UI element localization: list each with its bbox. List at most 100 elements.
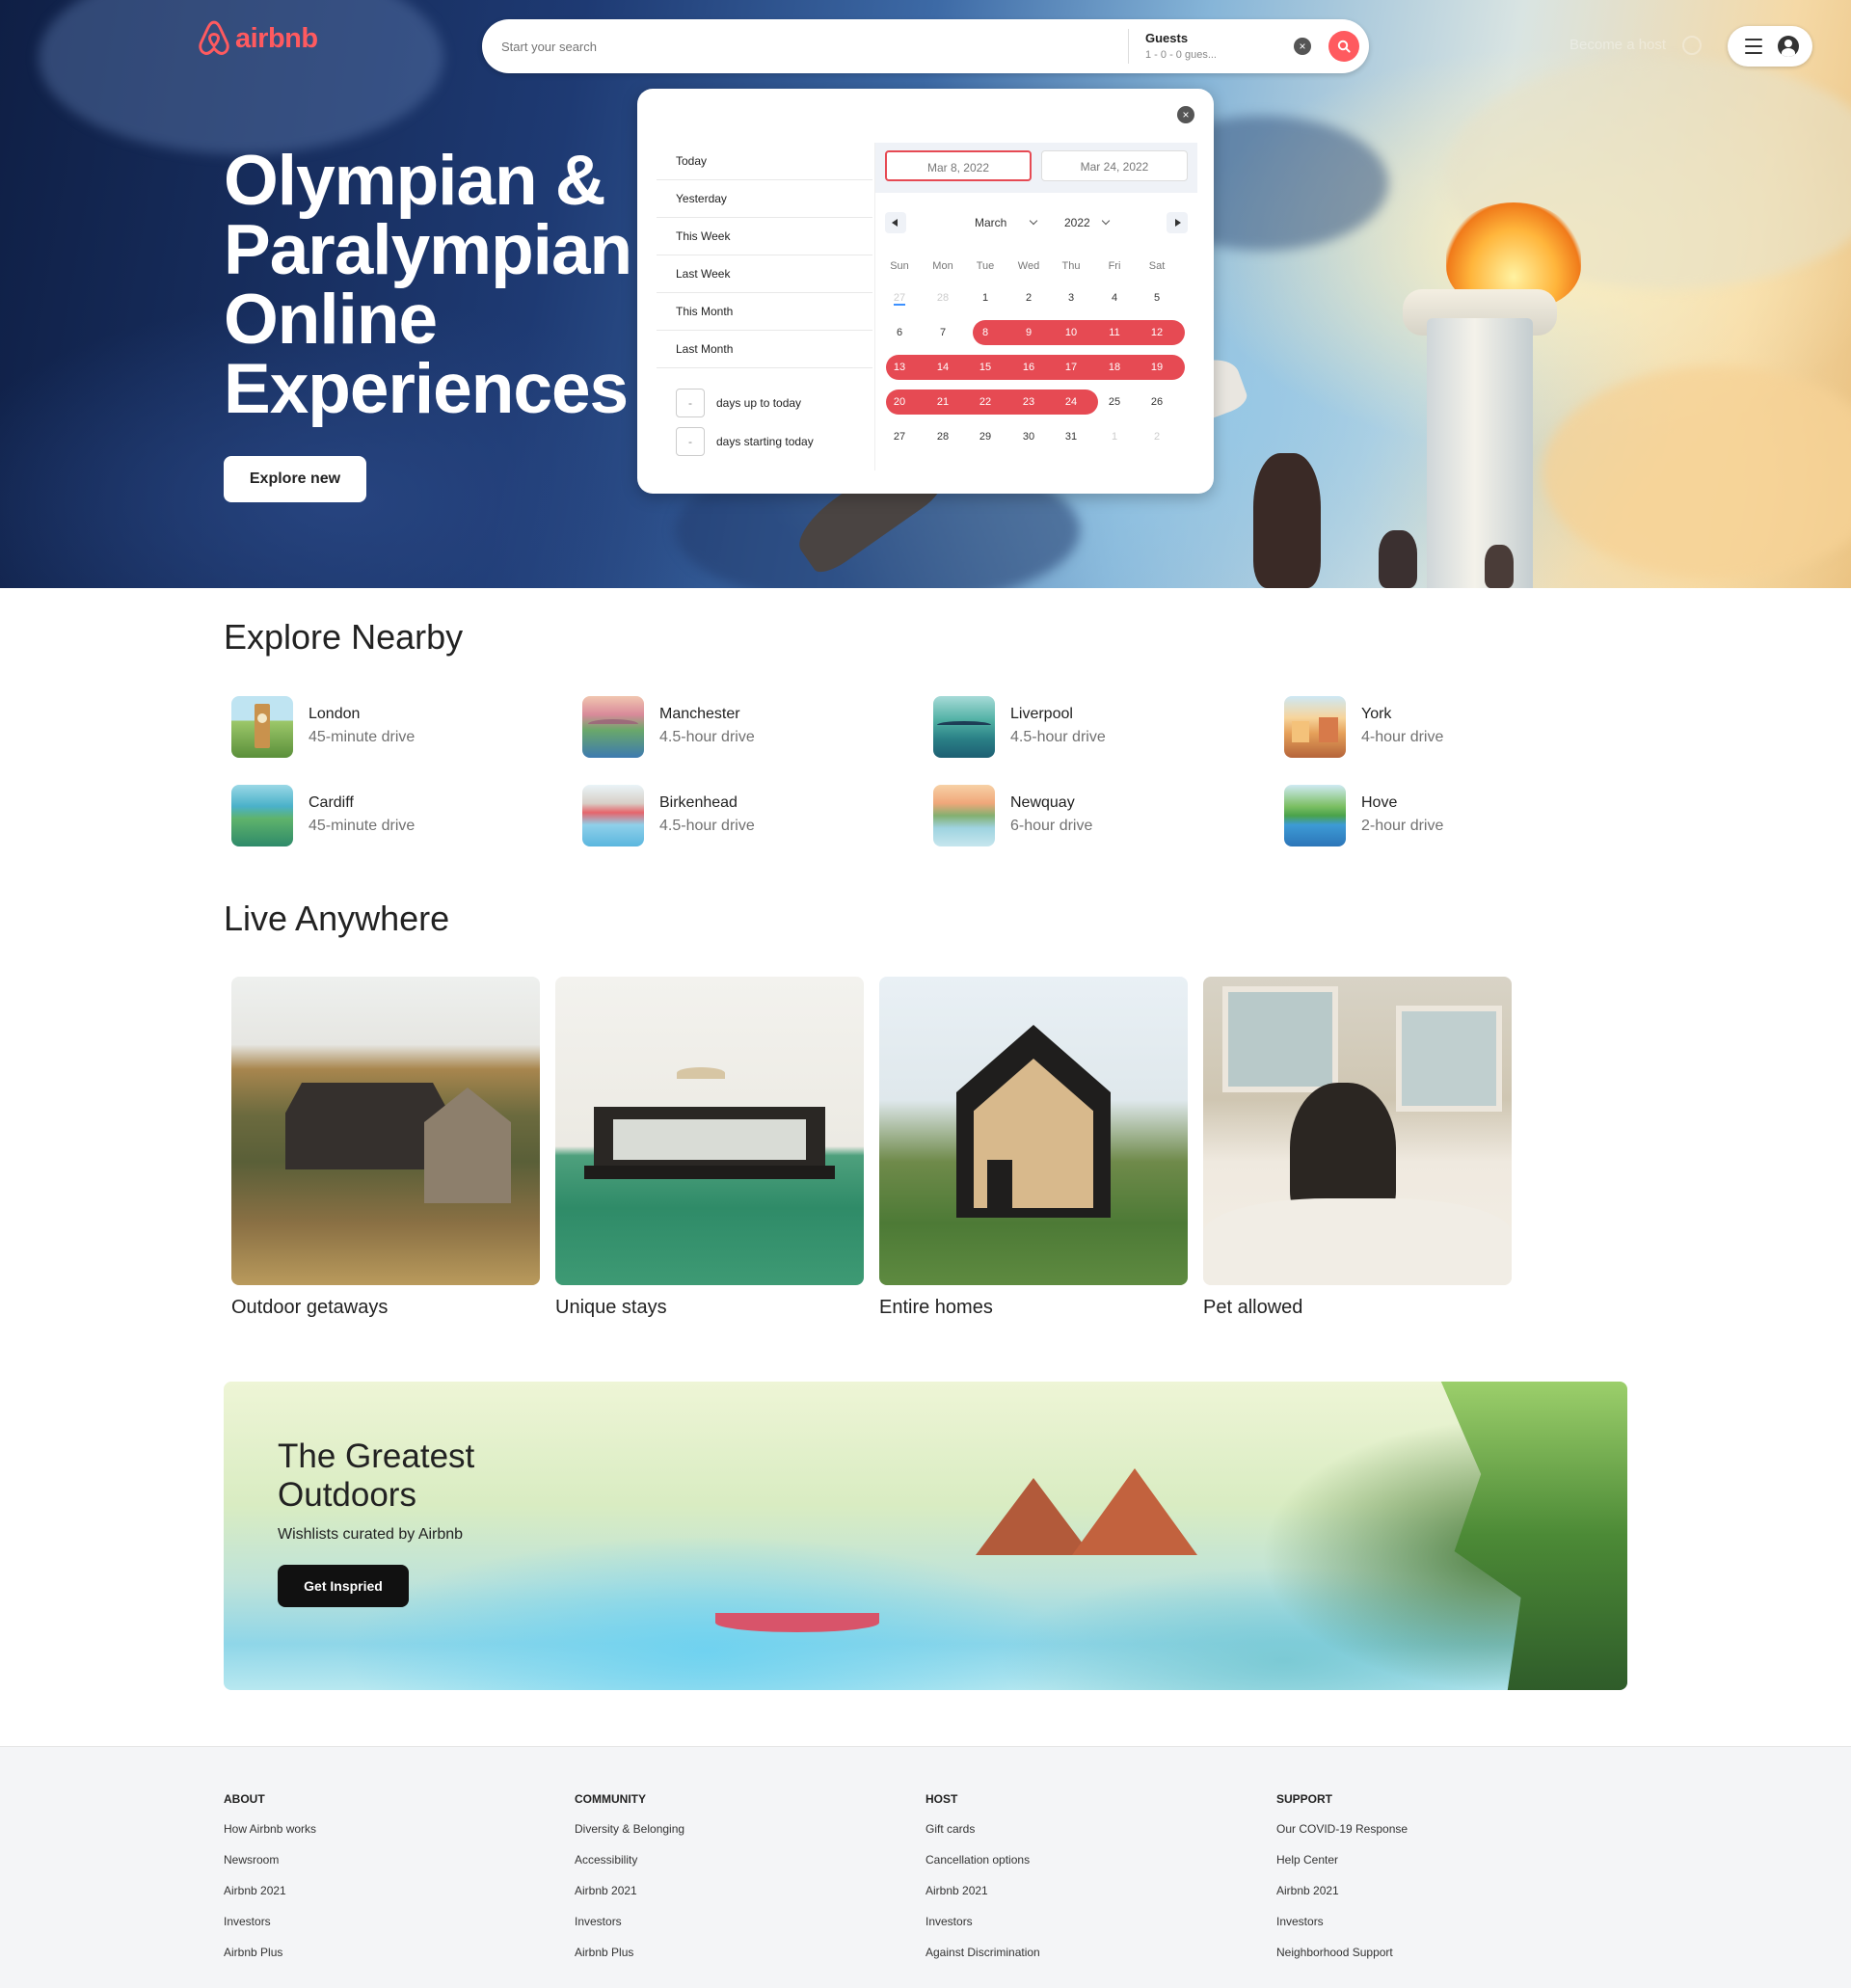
calendar-day-selected[interactable]: 17 [1050, 355, 1092, 380]
calendar-day-selected[interactable]: 10 [1050, 320, 1092, 345]
footer-link[interactable]: Gift cards [926, 1821, 1234, 1852]
end-date-field[interactable]: Mar 24, 2022 [1041, 150, 1188, 181]
calendar-day[interactable]: 31 [1050, 424, 1092, 449]
search-input[interactable] [501, 33, 1109, 60]
globe-icon[interactable] [1682, 36, 1702, 55]
footer-link[interactable]: Investors [1276, 1914, 1585, 1945]
guests-label[interactable]: Guests [1145, 31, 1188, 45]
calendar-day[interactable]: 27 [878, 285, 921, 310]
range-last-month[interactable]: Last Month [657, 331, 872, 368]
range-this-week[interactable]: This Week [657, 218, 872, 255]
calendar-day-selected[interactable]: 23 [1007, 390, 1050, 415]
calendar-day-selected[interactable]: 9 [1007, 320, 1050, 345]
nearby-item-birkenhead[interactable]: Birkenhead 4.5-hour drive [575, 783, 893, 846]
nearby-item-newquay[interactable]: Newquay 6-hour drive [926, 783, 1244, 846]
footer-link[interactable]: Airbnb Plus [224, 1945, 532, 1975]
days-starting-today-input[interactable]: - [676, 427, 705, 456]
calendar-day-selected[interactable]: 20 [878, 390, 921, 415]
calendar-day-selected[interactable]: 12 [1136, 320, 1178, 345]
explore-new-button[interactable]: Explore new [224, 456, 366, 502]
calendar-day[interactable]: 1 [964, 285, 1006, 310]
footer-link[interactable]: How Airbnb works [224, 1821, 532, 1852]
start-date-field[interactable]: Mar 8, 2022 [885, 150, 1032, 181]
footer-link[interactable]: Airbnb 2021 [224, 1883, 532, 1914]
live-card-label: Entire homes [879, 1297, 993, 1318]
calendar-day[interactable]: 5 [1136, 285, 1178, 310]
footer-link[interactable]: Newsroom [224, 1852, 532, 1883]
days-up-to-today-input[interactable]: - [676, 389, 705, 417]
footer-link[interactable]: Help Center [1276, 1852, 1585, 1883]
calendar-day[interactable]: 30 [1007, 424, 1050, 449]
calendar-day[interactable]: 28 [922, 424, 964, 449]
nearby-item-liverpool[interactable]: Liverpool 4.5-hour drive [926, 694, 1244, 758]
clear-search-icon[interactable]: × [1294, 38, 1311, 55]
calendar-day[interactable]: 29 [964, 424, 1006, 449]
footer-link[interactable]: Our COVID-19 Response [1276, 1821, 1585, 1852]
search-bar[interactable]: Guests 1 - 0 - 0 gues... × [482, 19, 1369, 73]
range-last-week[interactable]: Last Week [657, 255, 872, 293]
live-card-unique[interactable]: Unique stays [555, 977, 864, 1319]
become-host-link[interactable]: Become a host [1569, 37, 1666, 53]
next-month-button[interactable] [1167, 212, 1188, 233]
calendar-day[interactable]: 2 [1007, 285, 1050, 310]
calendar-day-selected[interactable]: 13 [878, 355, 921, 380]
range-this-month[interactable]: This Month [657, 293, 872, 331]
footer-link[interactable]: Against Discrimination [926, 1945, 1234, 1975]
live-card-pets[interactable]: Pet allowed [1203, 977, 1512, 1319]
calendar-day-selected[interactable]: 22 [964, 390, 1006, 415]
calendar-day-selected[interactable]: 11 [1093, 320, 1136, 345]
footer-link[interactable]: Airbnb 2021 [1276, 1883, 1585, 1914]
calendar-day-selected[interactable]: 15 [964, 355, 1006, 380]
month-select[interactable]: March [975, 216, 1006, 229]
calendar-day[interactable]: 7 [922, 320, 964, 345]
footer-link[interactable]: Investors [926, 1914, 1234, 1945]
footer-link[interactable]: Airbnb 2021 [926, 1883, 1234, 1914]
calendar-day[interactable]: 3 [1050, 285, 1092, 310]
footer-link[interactable]: Accessibility [575, 1852, 883, 1883]
live-card-homes[interactable]: Entire homes [879, 977, 1188, 1319]
footer-link[interactable]: Airbnb 2021 [575, 1883, 883, 1914]
get-inspired-button[interactable]: Get Inspried [278, 1565, 409, 1607]
footer-link[interactable]: Neighborhood Support [1276, 1945, 1585, 1975]
days-starting-today-row: - days starting today [657, 422, 872, 461]
calendar-day[interactable]: 4 [1093, 285, 1136, 310]
live-card-outdoor[interactable]: Outdoor getaways [231, 977, 540, 1319]
calendar-day-selected[interactable]: 19 [1136, 355, 1178, 380]
calendar-day[interactable]: 26 [1136, 390, 1178, 415]
calendar-day[interactable]: 28 [922, 285, 964, 310]
calendar-day[interactable]: 2 [1136, 424, 1178, 449]
footer-link[interactable]: Diversity & Belonging [575, 1821, 883, 1852]
nearby-city: Manchester [659, 706, 740, 722]
calendar-day[interactable]: 6 [878, 320, 921, 345]
calendar-day-selected[interactable]: 16 [1007, 355, 1050, 380]
nearby-item-london[interactable]: London 45-minute drive [224, 694, 542, 758]
nearby-item-york[interactable]: York 4-hour drive [1276, 694, 1595, 758]
footer-link[interactable]: Airbnb Plus [575, 1945, 883, 1975]
calendar-day-selected[interactable]: 18 [1093, 355, 1136, 380]
calendar-day[interactable]: 1 [1093, 424, 1136, 449]
date-range-picker[interactable]: × Today Yesterday This Week Last Week Th… [637, 89, 1214, 494]
footer-link[interactable]: Cancellation options [926, 1852, 1234, 1883]
guests-value[interactable]: 1 - 0 - 0 gues... [1145, 49, 1217, 61]
range-yesterday[interactable]: Yesterday [657, 180, 872, 218]
calendar-day-selected[interactable]: 21 [922, 390, 964, 415]
weekday-label: Wed [1017, 260, 1040, 272]
range-today[interactable]: Today [657, 143, 872, 180]
airbnb-logo[interactable]: airbnb [197, 19, 318, 58]
calendar-day-selected[interactable]: 8 [964, 320, 1006, 345]
prev-month-button[interactable] [885, 212, 906, 233]
close-datepicker-icon[interactable]: × [1177, 106, 1194, 123]
calendar-day-selected[interactable]: 14 [922, 355, 964, 380]
user-menu-button[interactable] [1728, 26, 1812, 67]
nearby-item-cardiff[interactable]: Cardiff 45-minute drive [224, 783, 542, 846]
year-select[interactable]: 2022 [1064, 216, 1090, 229]
footer-link[interactable]: Investors [575, 1914, 883, 1945]
nearby-city: Cardiff [308, 794, 354, 811]
calendar-day-selected[interactable]: 24 [1050, 390, 1092, 415]
nearby-item-hove[interactable]: Hove 2-hour drive [1276, 783, 1595, 846]
nearby-item-manchester[interactable]: Manchester 4.5-hour drive [575, 694, 893, 758]
calendar-day[interactable]: 25 [1093, 390, 1136, 415]
calendar-day[interactable]: 27 [878, 424, 921, 449]
footer-link[interactable]: Investors [224, 1914, 532, 1945]
search-button[interactable] [1328, 31, 1359, 62]
